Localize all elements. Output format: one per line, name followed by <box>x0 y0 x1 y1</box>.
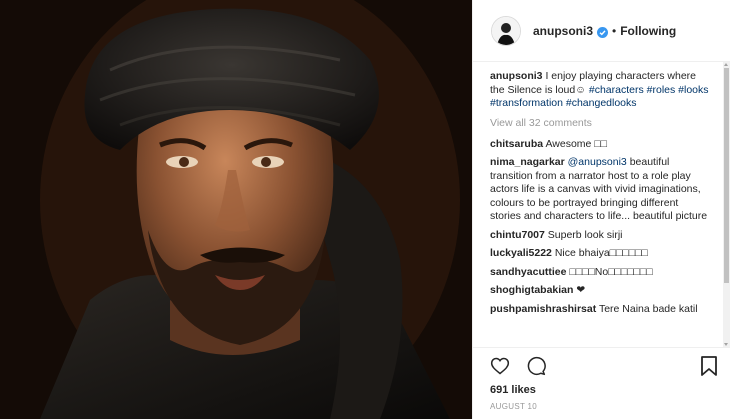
comment-text: Superb look sirji <box>547 228 623 241</box>
caption: anupsoni3 I enjoy playing characters whe… <box>490 70 710 111</box>
verified-badge-icon <box>597 25 609 38</box>
comment-text: Tere Naina bade katil <box>598 302 698 315</box>
comment-username[interactable]: chintu7007 <box>490 229 545 241</box>
header-separator: • <box>612 23 617 38</box>
instagram-post: anupsoni3 • Following anupsoni3 I enjoy … <box>0 0 730 419</box>
portrait-image <box>0 0 472 419</box>
comment-text: ❤ <box>576 284 586 296</box>
comment-item: pushpamishrashirsat Tere Naina bade kati… <box>490 303 710 317</box>
post-photo[interactable] <box>0 0 472 419</box>
comment-item: chintu7007 Superb look sirji <box>490 229 710 243</box>
comment-username[interactable]: luckyali5222 <box>490 247 552 259</box>
comment-username[interactable]: nima_nagarkar <box>490 156 565 168</box>
comments-scrollbar[interactable] <box>723 62 730 347</box>
comment-username[interactable]: sandhyacuttiee <box>490 266 566 278</box>
avatar[interactable] <box>491 15 521 46</box>
scroll-down-arrow-icon[interactable] <box>724 343 728 346</box>
comment-username[interactable]: pushpamishrashirsat <box>490 303 596 315</box>
comment-item: luckyali5222 Nice bhaiya□□□□□□ <box>490 247 710 261</box>
post-actions: 691 likes AUGUST 10 <box>473 347 730 419</box>
post-side-panel: anupsoni3 • Following anupsoni3 I enjoy … <box>472 0 730 419</box>
action-icon-row <box>490 354 714 378</box>
comment-item: sandhyacuttiee □□□□No□□□□□□□ <box>490 266 710 280</box>
comment-item: chitsaruba Awesome □□ <box>490 138 710 152</box>
view-all-comments-link[interactable]: View all 32 comments <box>490 117 710 129</box>
bookmark-icon[interactable] <box>700 356 718 376</box>
comment-item: nima_nagarkar @anupsoni3 beautiful trans… <box>490 156 710 224</box>
scrollbar-thumb[interactable] <box>724 68 729 283</box>
like-count[interactable]: 691 likes <box>490 384 714 396</box>
comment-username[interactable]: shoghigtabakian <box>490 284 573 296</box>
post-date: AUGUST 10 <box>490 402 538 411</box>
comment-text: □□□□No□□□□□□□ <box>569 265 653 278</box>
comment-text: Awesome □□ <box>545 137 607 150</box>
comment-mention[interactable]: @anupsoni3 <box>568 156 627 168</box>
comments-list: anupsoni3 I enjoy playing characters whe… <box>473 62 730 347</box>
header-username[interactable]: anupsoni3 <box>533 24 593 38</box>
following-button[interactable]: Following <box>620 24 676 38</box>
comment-item: shoghigtabakian ❤ <box>490 284 710 298</box>
avatar-image <box>492 16 520 45</box>
caption-username[interactable]: anupsoni3 <box>490 70 543 82</box>
comment-username[interactable]: chitsaruba <box>490 138 543 150</box>
comment-icon[interactable] <box>526 356 546 376</box>
heart-icon[interactable] <box>490 356 510 376</box>
scroll-up-arrow-icon[interactable] <box>724 63 728 66</box>
post-header: anupsoni3 • Following <box>473 0 730 62</box>
comment-text: Nice bhaiya□□□□□□ <box>554 247 648 259</box>
